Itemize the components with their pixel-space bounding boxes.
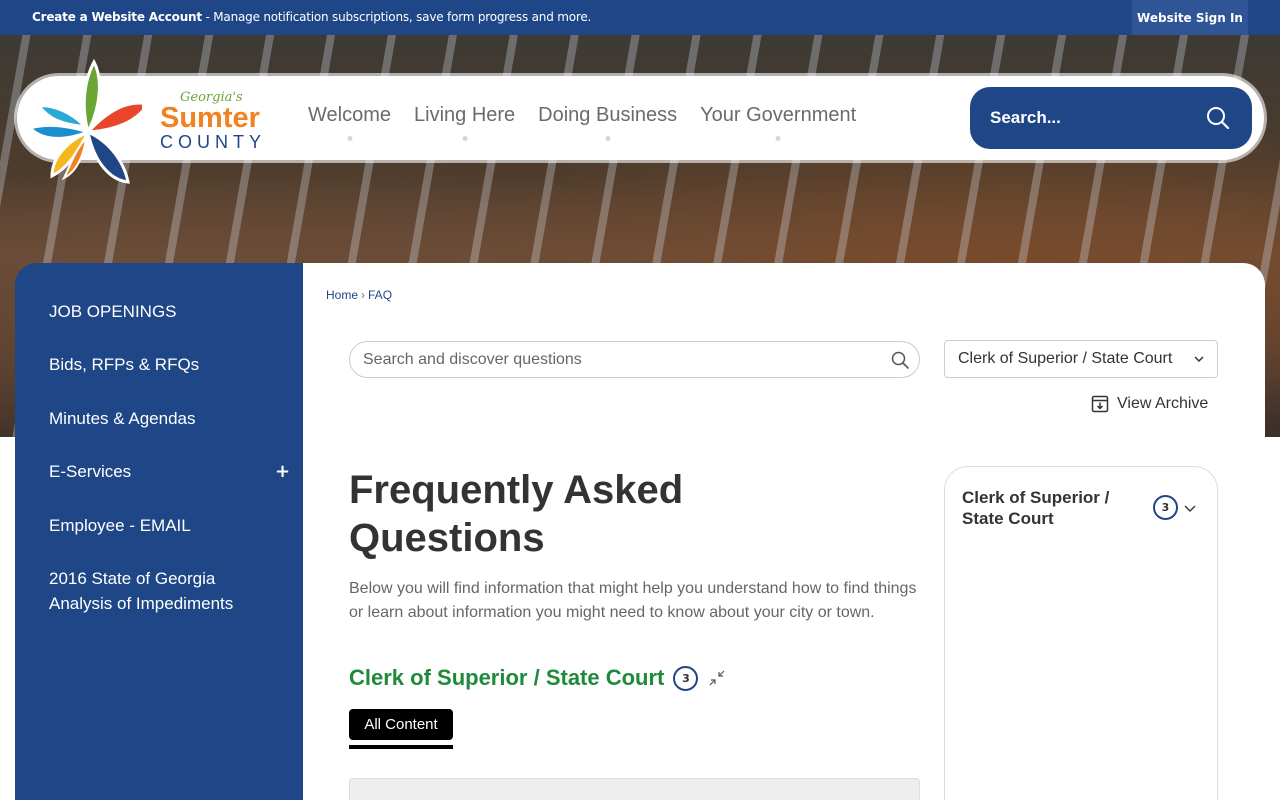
chevron-down-icon[interactable]: [1183, 501, 1197, 515]
category-panel: Clerk of Superior / State Court 3: [944, 466, 1218, 800]
view-archive-label: View Archive: [1117, 395, 1209, 412]
county-logo-icon[interactable]: [22, 52, 142, 187]
tab-active-underline: [349, 745, 453, 749]
nav-dot: [462, 136, 468, 141]
collapse-icon[interactable]: [708, 669, 726, 687]
page-description: Below you will find information that mig…: [349, 580, 917, 621]
sidebar-nav: JOB OPENINGS Bids, RFPs & RFQs Minutes &…: [15, 263, 303, 800]
search-icon[interactable]: [1206, 106, 1230, 130]
sidebar-item-bids[interactable]: Bids, RFPs & RFQs: [49, 352, 199, 377]
sidebar-item-e-services[interactable]: E-Services: [49, 459, 131, 484]
main-content: Home › FAQ Search and discover questions C…: [303, 263, 1265, 800]
category-title: Clerk of Superior / State Court: [349, 665, 665, 690]
nav-dot: [347, 136, 352, 141]
sidebar-item-minutes-agendas[interactable]: Minutes & Agendas: [49, 406, 195, 431]
account-message: Create a Website Account - Manage notifi…: [32, 10, 591, 24]
sidebar-item-job-openings[interactable]: JOB OPENINGS: [49, 299, 177, 324]
archive-icon: [1091, 395, 1109, 413]
breadcrumb-home[interactable]: Home: [326, 288, 358, 302]
logo-name: Sumter: [160, 102, 260, 134]
category-count-badge: 3: [673, 665, 699, 691]
category-select[interactable]: Clerk of Superior / State Court: [944, 340, 1218, 378]
panel-count-badge: 3: [1153, 495, 1178, 520]
page-title: Frequently Asked Questions: [349, 468, 684, 560]
nav-dot: [775, 136, 781, 141]
breadcrumb-current[interactable]: FAQ: [368, 288, 392, 302]
sidebar-item-employee-email[interactable]: Employee - EMAIL: [49, 513, 191, 538]
breadcrumb-separator: ›: [361, 288, 366, 302]
panel-category-title[interactable]: Clerk of Superior / State Court: [962, 487, 1132, 529]
nav-dot: [605, 136, 611, 141]
nav-your-government[interactable]: Your Government: [700, 104, 857, 141]
site-search-placeholder: Search...: [990, 108, 1061, 127]
chevron-down-icon: [1194, 356, 1204, 363]
top-bar: Create a Website Account - Manage notifi…: [0, 0, 1280, 35]
faq-item[interactable]: [349, 778, 920, 800]
expand-plus-icon[interactable]: +: [275, 461, 290, 482]
faq-search-input[interactable]: Search and discover questions: [349, 341, 920, 378]
view-archive-link[interactable]: View Archive: [1091, 395, 1208, 413]
account-message-text: - Manage notification subscriptions, sav…: [201, 10, 592, 24]
nav-label: Living Here: [414, 104, 516, 126]
nav-label: Welcome: [308, 104, 391, 126]
tab-all-content[interactable]: All Content: [349, 709, 453, 740]
nav-doing-business[interactable]: Doing Business: [538, 104, 678, 141]
search-icon[interactable]: [891, 351, 909, 369]
site-search-input[interactable]: Search...: [970, 87, 1252, 149]
website-sign-in-button[interactable]: Website Sign In: [1132, 0, 1248, 35]
logo-county: COUNTY: [160, 132, 266, 152]
category-heading: Clerk of Superior / State Court 3: [349, 665, 726, 691]
main-nav: Welcome Living Here Doing Business Your …: [308, 104, 879, 141]
nav-label: Your Government: [700, 104, 857, 126]
category-select-value: Clerk of Superior / State Court: [958, 350, 1173, 367]
nav-label: Doing Business: [538, 104, 678, 126]
faq-search-placeholder: Search and discover questions: [363, 351, 582, 368]
nav-welcome[interactable]: Welcome: [308, 104, 391, 141]
create-account-link[interactable]: Create a Website Account: [32, 10, 202, 24]
breadcrumb: Home › FAQ: [326, 288, 392, 302]
nav-living-here[interactable]: Living Here: [414, 104, 516, 141]
sidebar-item-analysis-impediments[interactable]: 2016 State of Georgia Analysis of Impedi…: [49, 566, 259, 616]
